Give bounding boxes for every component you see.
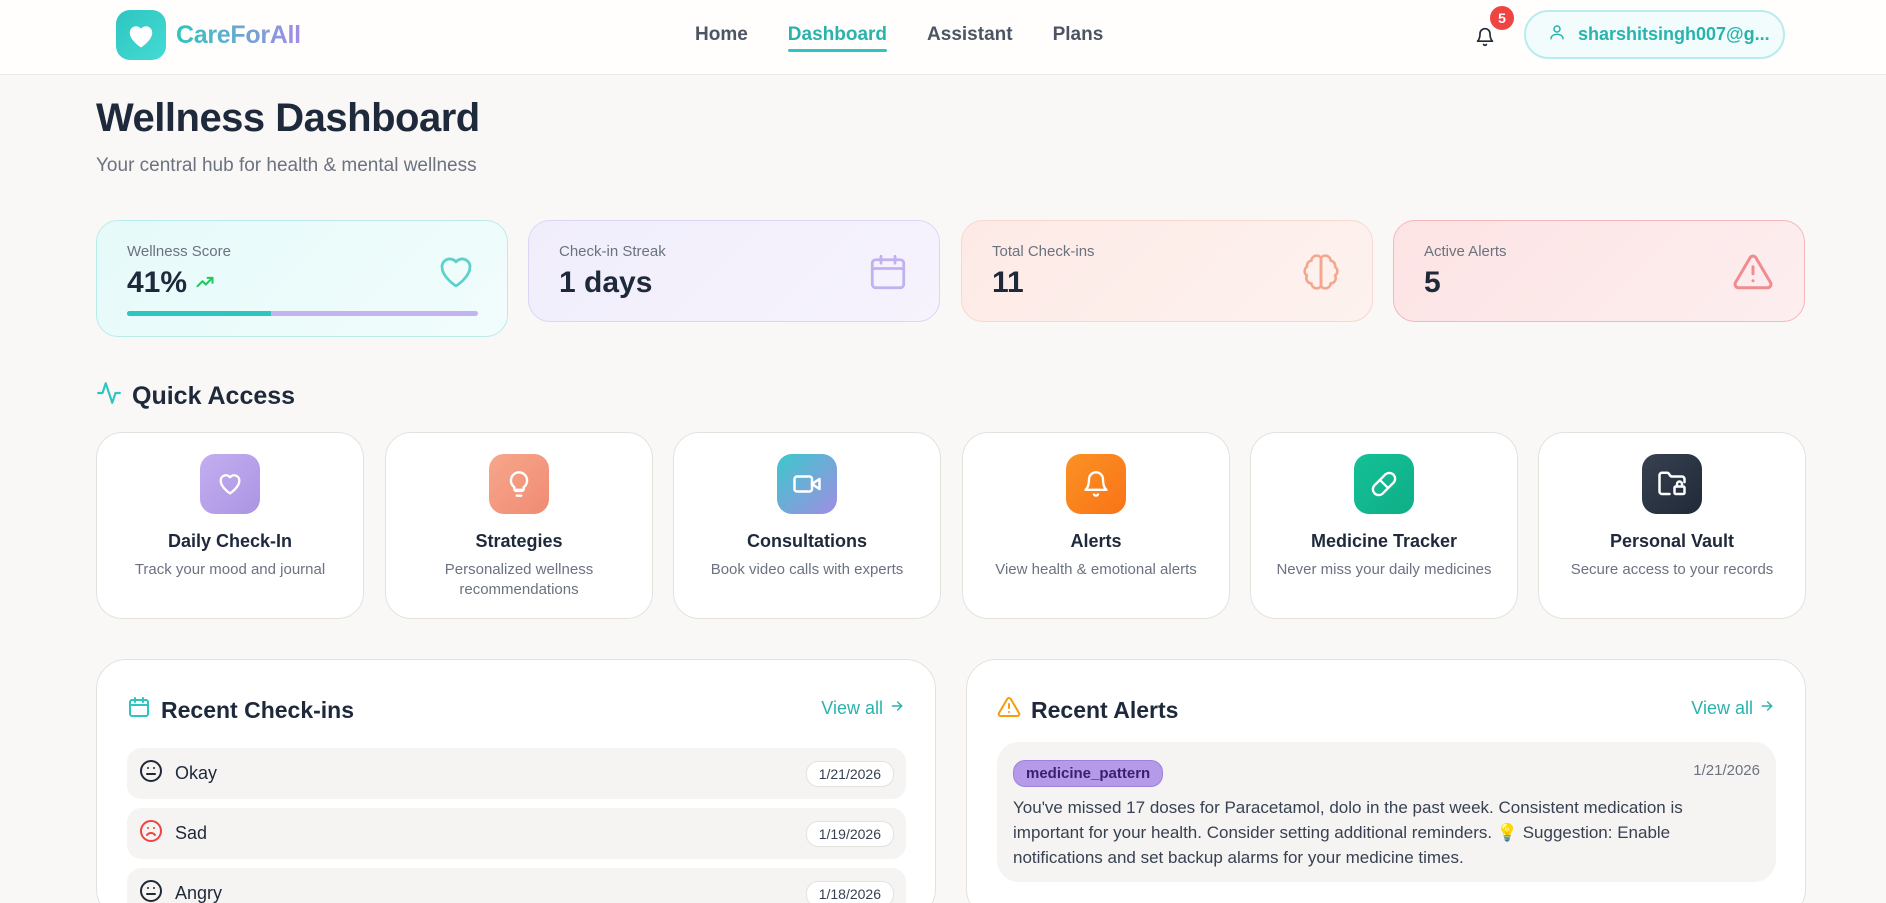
quick-access-consultations[interactable]: Consultations Book video calls with expe… (673, 432, 941, 619)
panel-title: Recent Check-ins (161, 696, 355, 723)
stat-value: 11 (992, 266, 1024, 299)
heart-icon (200, 454, 260, 514)
quick-access-daily-checkin[interactable]: Daily Check-In Track your mood and journ… (96, 432, 364, 619)
activity-icon (96, 380, 122, 413)
alert-date: 1/21/2026 (1693, 762, 1760, 779)
user-email: sharshitsingh007@g... (1578, 24, 1770, 44)
card-description: Never miss your daily medicines (1276, 561, 1492, 578)
arrow-right-icon (889, 698, 905, 719)
stat-card-wellness-score: Wellness Score 41% (96, 220, 508, 337)
view-all-label: View all (821, 698, 883, 718)
lightbulb-icon (489, 454, 549, 514)
card-description: Track your mood and journal (134, 561, 326, 578)
page-subtitle: Your central hub for health & mental wel… (96, 155, 477, 176)
card-description: Book video calls with experts (710, 561, 904, 578)
quick-access-medicine-tracker[interactable]: Medicine Tracker Never miss your daily m… (1250, 432, 1518, 619)
stat-label: Wellness Score (127, 243, 231, 260)
checkin-row[interactable]: Angry 1/18/2026 (127, 868, 906, 903)
top-navbar: CareForAll Home Dashboard Assistant Plan… (0, 0, 1886, 75)
wellness-score-progress (127, 311, 478, 316)
stat-card-active-alerts: Active Alerts 5 (1393, 220, 1805, 322)
main-nav: Home Dashboard Assistant Plans (695, 24, 1103, 52)
card-description: View health & emotional alerts (995, 561, 1197, 578)
stat-value: 1 days (559, 266, 653, 299)
bell-icon (1066, 454, 1126, 514)
quick-access-strategies[interactable]: Strategies Personalized wellness recomme… (385, 432, 653, 619)
card-title: Daily Check-In (167, 531, 293, 551)
checkin-row[interactable]: Okay 1/21/2026 (127, 748, 906, 799)
card-title: Medicine Tracker (1310, 531, 1458, 551)
checkin-mood: Angry (175, 883, 223, 903)
card-title: Strategies (475, 531, 563, 551)
section-title: Quick Access (132, 382, 296, 410)
stat-label: Total Check-ins (992, 243, 1095, 260)
trending-up-icon (195, 266, 215, 300)
heart-logo-icon (116, 10, 166, 60)
stat-value: 5 (1424, 266, 1441, 299)
brand-logo[interactable]: CareForAll (116, 10, 301, 60)
checkin-mood: Okay (175, 763, 218, 783)
user-account-button[interactable]: sharshitsingh007@g... (1524, 10, 1785, 59)
user-icon (1548, 23, 1566, 46)
video-icon (777, 454, 837, 514)
view-all-alerts-link[interactable]: View all (1691, 698, 1775, 719)
recent-checkins-panel: Recent Check-ins View all Okay 1/21/2026… (96, 659, 936, 903)
card-title: Personal Vault (1609, 531, 1735, 551)
nav-link-plans[interactable]: Plans (1053, 24, 1104, 52)
arrow-right-icon (1759, 698, 1775, 719)
nav-link-assistant[interactable]: Assistant (927, 24, 1013, 52)
card-title: Consultations (747, 531, 867, 551)
notification-count-badge[interactable]: 5 (1490, 6, 1514, 30)
recent-alerts-panel: Recent Alerts View all medicine_pattern … (966, 659, 1806, 903)
card-title: Alerts (1070, 531, 1122, 551)
view-all-checkins-link[interactable]: View all (821, 698, 905, 719)
pill-icon (1354, 454, 1414, 514)
heart-icon (435, 251, 477, 293)
card-description: Personalized wellness recommendations (444, 561, 594, 598)
alert-triangle-icon (997, 695, 1021, 725)
neutral-face-icon (139, 759, 163, 788)
checkin-date: 1/19/2026 (805, 820, 894, 847)
stat-card-total-checkins: Total Check-ins 11 (961, 220, 1373, 322)
alert-type-badge: medicine_pattern (1013, 760, 1164, 787)
stat-label: Active Alerts (1424, 243, 1507, 260)
checkin-row[interactable]: Sad 1/19/2026 (127, 808, 906, 859)
alert-message: You've missed 17 doses for Paracetamol, … (1013, 798, 1683, 867)
quick-access-heading: Quick Access (96, 380, 295, 413)
alert-triangle-icon (1732, 251, 1774, 293)
page-title: Wellness Dashboard (96, 96, 480, 140)
card-description: Secure access to your records (1570, 561, 1774, 578)
stat-value: 41% (127, 266, 188, 299)
neutral-face-icon (139, 879, 163, 903)
stat-label: Check-in Streak (559, 243, 666, 260)
calendar-icon (867, 251, 909, 293)
wellness-score-progress-fill (127, 311, 271, 316)
quick-access-alerts[interactable]: Alerts View health & emotional alerts (962, 432, 1230, 619)
brain-icon (1300, 251, 1342, 293)
view-all-label: View all (1691, 698, 1753, 718)
stat-card-checkin-streak: Check-in Streak 1 days (528, 220, 940, 322)
checkin-date: 1/21/2026 (805, 760, 894, 787)
sad-face-icon (139, 819, 163, 848)
quick-access-personal-vault[interactable]: Personal Vault Secure access to your rec… (1538, 432, 1806, 619)
nav-link-dashboard[interactable]: Dashboard (787, 24, 888, 52)
brand-name: CareForAll (176, 20, 301, 49)
checkin-date: 1/18/2026 (805, 880, 894, 903)
alert-item[interactable]: medicine_pattern 1/21/2026 You've missed… (997, 742, 1776, 882)
panel-title: Recent Alerts (1031, 696, 1179, 723)
folder-lock-icon (1642, 454, 1702, 514)
checkin-mood: Sad (175, 823, 208, 843)
calendar-icon (127, 695, 151, 725)
nav-link-home[interactable]: Home (695, 24, 748, 52)
